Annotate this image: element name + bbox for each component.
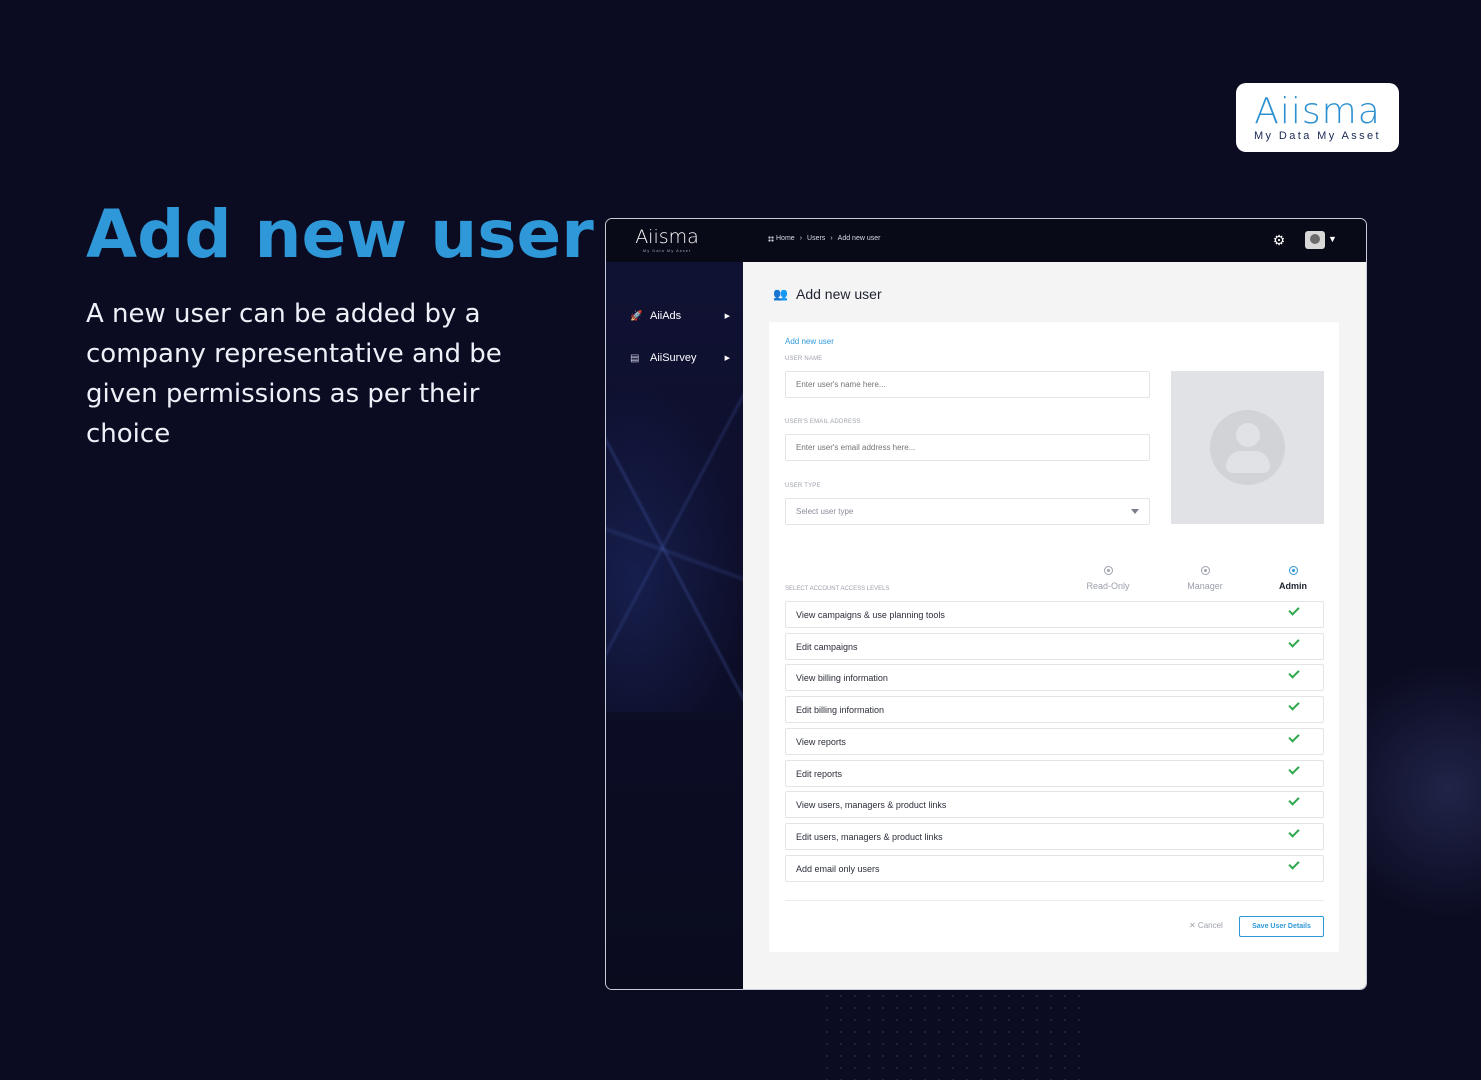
access-levels-label: SELECT ACCOUNT ACCESS LEVELS [785, 586, 890, 592]
check-icon [1288, 763, 1300, 775]
user-type-select[interactable]: Select user type [785, 498, 1150, 525]
brand-tagline: My Data My Asset [1253, 129, 1382, 142]
page-header: 👥 Add new user [773, 286, 882, 302]
level-read-only[interactable]: Read-Only [1073, 566, 1143, 591]
check-icon [1288, 636, 1300, 648]
app-logo-tagline: My Data My Asset [642, 248, 692, 253]
user-name-input[interactable] [785, 371, 1150, 398]
divider [785, 900, 1324, 901]
check-icon [1288, 667, 1300, 679]
users-icon: 👥 [773, 287, 788, 301]
survey-icon: ▤ [630, 352, 640, 364]
sidebar-item-label: AiiSurvey [650, 352, 697, 364]
rocket-icon: 🚀 [630, 310, 643, 322]
permission-row: View billing information [785, 664, 1324, 691]
level-admin[interactable]: Admin [1258, 566, 1328, 591]
permission-label: View campaigns & use planning tools [796, 610, 945, 620]
permission-label: Edit users, managers & product links [796, 832, 943, 842]
level-label: Admin [1279, 581, 1307, 591]
caret-down-icon[interactable]: ▼ [1328, 234, 1337, 244]
permission-row: View users, managers & product links [785, 791, 1324, 818]
user-type-value: Select user type [796, 507, 854, 516]
cancel-button[interactable]: ✕ Cancel [1189, 921, 1223, 930]
form-section-title: Add new user [785, 337, 834, 346]
photo-upload[interactable] [1171, 371, 1324, 524]
app-logo-word: Aiisma [635, 226, 699, 248]
network-decoration [606, 382, 743, 712]
level-manager[interactable]: Manager [1170, 566, 1240, 591]
caret-right-icon: ▶ [724, 313, 730, 320]
permission-row: Edit billing information [785, 696, 1324, 723]
sidebar-item-aiiads[interactable]: 🚀 AiiAds ▶ [630, 306, 730, 326]
top-bar: Aiisma My Data My Asset Home › Users › A… [606, 219, 1366, 262]
permission-row: Edit campaigns [785, 633, 1324, 660]
permission-label: Edit reports [796, 769, 843, 779]
email-input[interactable] [785, 434, 1150, 461]
permission-row: Edit reports [785, 760, 1324, 787]
permission-label: Edit billing information [796, 705, 885, 715]
permission-row: Edit users, managers & product links [785, 823, 1324, 850]
check-icon [1288, 794, 1300, 806]
gear-icon[interactable]: ⚙ [1272, 233, 1286, 247]
email-label: USER'S EMAIL ADDRESS [785, 419, 861, 425]
check-icon [1288, 731, 1300, 743]
user-type-label: USER TYPE [785, 483, 821, 489]
check-icon [1288, 858, 1300, 870]
chevron-down-icon [1131, 509, 1139, 514]
avatar[interactable] [1305, 231, 1325, 249]
hero-description: A new user can be added by a company rep… [86, 299, 502, 449]
permission-row: View campaigns & use planning tools [785, 601, 1324, 628]
permission-label: Edit campaigns [796, 642, 858, 652]
permission-row: View reports [785, 728, 1324, 755]
save-user-details-button[interactable]: Save User Details [1239, 916, 1324, 937]
grid-icon [768, 235, 774, 242]
user-name-label: USER NAME [785, 356, 823, 362]
app-logo[interactable]: Aiisma My Data My Asset [632, 226, 702, 253]
chevron-right-icon: › [830, 235, 833, 242]
sidebar-item-aiisurvey[interactable]: ▤ AiiSurvey ▶ [630, 348, 730, 368]
background-dots [820, 990, 1080, 1080]
permission-label: View billing information [796, 673, 888, 683]
level-label: Manager [1187, 581, 1223, 591]
permission-label: View users, managers & product links [796, 800, 947, 810]
radio-icon[interactable] [1200, 566, 1210, 575]
breadcrumb-current: Add new user [837, 235, 881, 242]
permission-row: Add email only users [785, 855, 1324, 882]
sidebar-item-label: AiiAds [650, 310, 682, 322]
hero-title: Add new user [86, 196, 594, 273]
check-icon [1288, 604, 1300, 616]
avatar-placeholder-icon [1210, 410, 1285, 485]
permission-label: View reports [796, 737, 846, 747]
chevron-right-icon: › [799, 235, 803, 242]
page-title: Add new user [796, 286, 882, 302]
check-icon [1288, 826, 1300, 838]
breadcrumb-home[interactable]: Home [776, 235, 795, 242]
permission-label: Add email only users [796, 864, 880, 874]
brand-logo: Aiisma [1254, 90, 1381, 132]
main-content: 👥 Add new user Add new user USER NAME US… [743, 262, 1366, 989]
radio-icon[interactable] [1288, 566, 1298, 575]
sidebar: 🚀 AiiAds ▶ ▤ AiiSurvey ▶ [606, 262, 743, 989]
app-window: Aiisma My Data My Asset Home › Users › A… [605, 218, 1367, 990]
radio-icon[interactable] [1103, 566, 1113, 575]
brand-logo-badge: Aiisma My Data My Asset [1236, 83, 1399, 152]
breadcrumb: Home › Users › Add new user [768, 235, 880, 242]
level-label: Read-Only [1086, 581, 1130, 591]
check-icon [1288, 699, 1300, 711]
caret-right-icon: ▶ [724, 355, 730, 362]
add-user-form: Add new user USER NAME USER'S EMAIL ADDR… [769, 322, 1339, 952]
breadcrumb-users[interactable]: Users [807, 235, 825, 242]
